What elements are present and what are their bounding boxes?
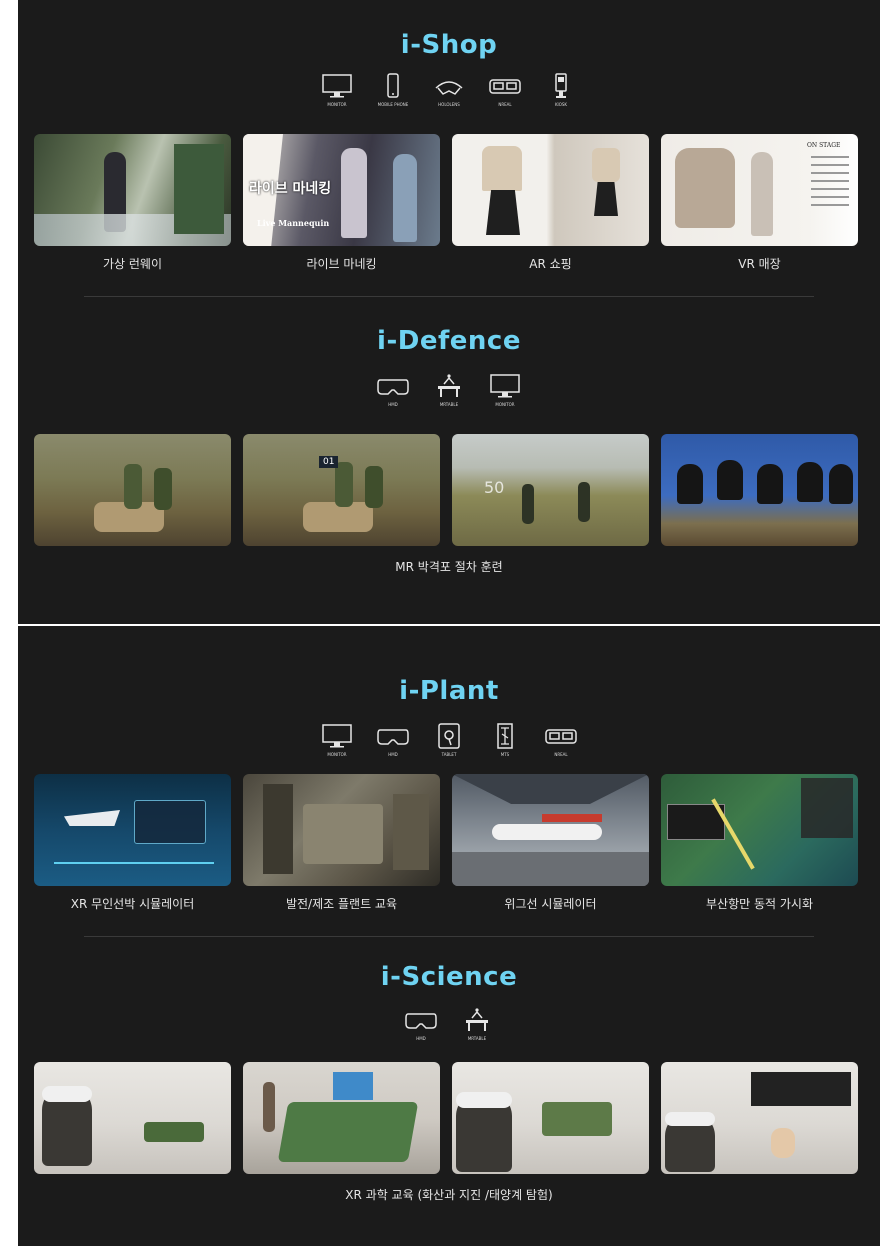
thumbnail-mortar-training-3: 50	[452, 434, 649, 546]
section-title-i-shop: i-Shop	[400, 30, 498, 60]
tile-mortar-training-1[interactable]	[34, 434, 231, 546]
device-mr-table: MRTable	[427, 372, 471, 407]
thumbnail-power-plant-training	[243, 774, 440, 886]
thumbnail-mortar-training-4	[661, 434, 858, 546]
tile-mortar-training-2[interactable]: 01	[243, 434, 440, 546]
thumbnail-xr-unmanned-ship	[34, 774, 231, 886]
section-i-defence: i-Defence HMD MRTable MONITOR	[18, 300, 880, 624]
nreal-icon	[489, 79, 521, 94]
hmd-icon	[405, 1013, 437, 1029]
thumbnail-science-2	[243, 1062, 440, 1174]
device-mobile-phone: MOBILE PHONE	[371, 72, 415, 107]
tile-caption: VR 매장	[738, 257, 781, 271]
tile-virtual-runway[interactable]: 가상 런웨이	[34, 134, 231, 272]
hmd-icon	[377, 379, 409, 395]
thumbnail-live-mannequin: 라이브 마네킹 Live Mannequin	[243, 134, 440, 246]
thumbnail-science-1	[34, 1062, 231, 1174]
thumbnail-wig-ship-simulator	[452, 774, 649, 886]
tile-power-plant-training[interactable]: 발전/제조 플랜트 교육	[243, 774, 440, 912]
tile-caption: 발전/제조 플랜트 교육	[285, 897, 398, 911]
tablet-icon	[438, 723, 460, 749]
device-hmd: HMD	[371, 372, 415, 407]
nreal-icon	[545, 729, 577, 744]
device-mr-table: MRTable	[455, 1006, 499, 1041]
tile-vr-store[interactable]: ON STAGE VR 매장	[661, 134, 858, 272]
tile-wig-ship-simulator[interactable]: 위그선 시뮬레이터	[452, 774, 649, 912]
thumbnail-ar-shopping	[452, 134, 649, 246]
section-i-plant: i-Plant MONITOR HMD TABLET MTS Nreal	[18, 626, 880, 936]
monitor-icon	[490, 374, 520, 398]
device-hmd: HMD	[371, 722, 415, 757]
tile-caption: 라이브 마네킹	[306, 257, 377, 271]
mortar-step-overlay: 01	[319, 456, 339, 468]
hololens-icon	[435, 81, 463, 95]
group-caption-i-science: XR 과학 교육 (화산과 지진 /태양계 탐험)	[345, 1188, 553, 1202]
device-row-i-science: HMD MRTable	[18, 1006, 880, 1041]
mr-table-icon	[466, 1008, 488, 1031]
tile-caption: 가상 런웨이	[102, 257, 162, 271]
mobile-phone-icon	[387, 73, 399, 98]
device-monitor: MONITOR	[483, 372, 527, 407]
thumbnail-mortar-training-2: 01	[243, 434, 440, 546]
tile-row-i-defence: 01 50	[34, 434, 864, 546]
section-title-i-defence: i-Defence	[377, 326, 521, 356]
tile-caption: 부산항만 동적 가시화	[706, 897, 813, 911]
tile-caption: AR 쇼핑	[529, 257, 572, 271]
thumbnail-mortar-training-1	[34, 434, 231, 546]
tile-busan-port-visualization[interactable]: 부산항만 동적 가시화	[661, 774, 858, 912]
vr-store-overlay-title: ON STAGE	[807, 142, 841, 149]
device-kiosk: KIOSK	[539, 72, 583, 107]
kiosk-icon	[555, 73, 567, 98]
mortar-distance-overlay: 50	[484, 478, 505, 497]
thumbnail-science-4	[661, 1062, 858, 1174]
section-title-i-science: i-Science	[380, 962, 518, 992]
monitor-icon	[322, 74, 352, 98]
tile-live-mannequin[interactable]: 라이브 마네킹 Live Mannequin 라이브 마네킹	[243, 134, 440, 272]
monitor-icon	[322, 724, 352, 748]
device-nreal: Nreal	[483, 72, 527, 107]
hmd-icon	[377, 729, 409, 745]
tile-mortar-training-4[interactable]	[661, 434, 858, 546]
tile-xr-unmanned-ship[interactable]: XR 무인선박 시뮬레이터	[34, 774, 231, 912]
device-mts: MTS	[483, 722, 527, 757]
thumbnail-virtual-runway	[34, 134, 231, 246]
device-hololens: HOLOLENS	[427, 72, 471, 107]
tile-science-3[interactable]	[452, 1062, 649, 1174]
device-row-i-shop: MONITOR MOBILE PHONE HOLOLENS Nreal KIOS…	[18, 72, 880, 107]
section-title-i-plant: i-Plant	[399, 676, 499, 706]
device-tablet: TABLET	[427, 722, 471, 757]
thumbnail-science-3	[452, 1062, 649, 1174]
device-monitor: MONITOR	[315, 722, 359, 757]
tile-science-1[interactable]	[34, 1062, 231, 1174]
mts-icon	[497, 723, 513, 749]
mr-table-icon	[438, 374, 460, 397]
tile-row-i-shop: 가상 런웨이 라이브 마네킹 Live Mannequin 라이브 마네킹 AR…	[34, 134, 864, 272]
tile-science-2[interactable]	[243, 1062, 440, 1174]
device-hmd: HMD	[399, 1006, 443, 1041]
device-row-i-defence: HMD MRTable MONITOR	[18, 372, 880, 407]
top-panel: i-Shop MONITOR MOBILE PHONE HOLOLENS Nre…	[18, 0, 880, 624]
section-i-science: i-Science HMD MRTable	[18, 936, 880, 1246]
tile-caption: 위그선 시뮬레이터	[504, 897, 597, 911]
device-monitor: MONITOR	[315, 72, 359, 107]
device-nreal: Nreal	[539, 722, 583, 757]
tile-caption: XR 무인선박 시뮬레이터	[70, 897, 195, 911]
thumbnail-vr-store: ON STAGE	[661, 134, 858, 246]
tile-row-i-science	[34, 1062, 864, 1174]
group-caption-i-defence: MR 박격포 절차 훈련	[395, 560, 503, 574]
section-divider	[84, 296, 814, 297]
device-row-i-plant: MONITOR HMD TABLET MTS Nreal	[18, 722, 880, 757]
live-mannequin-overlay-sub: Live Mannequin	[257, 218, 330, 228]
tile-row-i-plant: XR 무인선박 시뮬레이터 발전/제조 플랜트 교육 위그선 시뮬레이터 부산항…	[34, 774, 864, 912]
tile-ar-shopping[interactable]: AR 쇼핑	[452, 134, 649, 272]
tile-science-4[interactable]	[661, 1062, 858, 1174]
tile-mortar-training-3[interactable]: 50	[452, 434, 649, 546]
section-i-shop: i-Shop MONITOR MOBILE PHONE HOLOLENS Nre…	[18, 0, 880, 300]
bottom-panel: i-Plant MONITOR HMD TABLET MTS Nreal	[18, 626, 880, 1246]
thumbnail-busan-port-visualization	[661, 774, 858, 886]
live-mannequin-overlay-title: 라이브 마네킹	[249, 181, 332, 197]
